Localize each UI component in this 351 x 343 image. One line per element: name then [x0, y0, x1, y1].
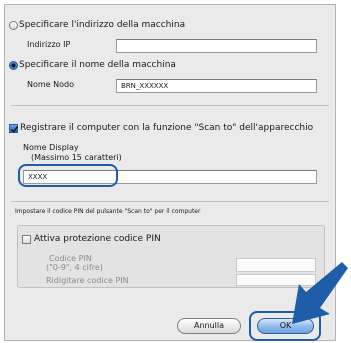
- scan-to-checkbox[interactable]: [9, 124, 19, 134]
- pin-section-label: Impostare il codice PIN del pulsante "Sc…: [15, 208, 201, 215]
- display-name-label: Nome Display: [23, 143, 79, 152]
- scan-to-checkbox-label[interactable]: Registrare il computer con la funzione "…: [20, 123, 313, 134]
- pin-enable-checkbox[interactable]: [22, 235, 31, 244]
- node-name-option-label[interactable]: Specificare il nome della macchina: [19, 60, 176, 71]
- separator: [11, 105, 329, 106]
- pin-enable-label[interactable]: Attiva protezione codice PIN: [34, 234, 161, 245]
- ip-address-option-label[interactable]: Specificare l'indirizzo della macchina: [19, 20, 185, 31]
- node-name-field[interactable]: BRN_XXXXXX: [116, 79, 317, 93]
- arrow-icon: [292, 262, 348, 324]
- display-name-hint: (Massimo 15 caratteri): [31, 153, 122, 162]
- node-name-radio[interactable]: [9, 61, 18, 70]
- separator: [11, 201, 329, 202]
- cancel-button[interactable]: Annulla: [177, 318, 241, 334]
- pin-confirm-label: Ridigitare codice PIN: [46, 276, 129, 285]
- ip-address-field[interactable]: [116, 39, 317, 53]
- ip-address-radio[interactable]: [9, 21, 18, 30]
- node-field-label: Nome Nodo: [27, 80, 74, 89]
- ip-field-label: Indirizzo IP: [27, 40, 71, 49]
- display-name-highlight: [18, 164, 118, 187]
- checkmark-icon: [10, 126, 19, 134]
- pin-code-hint: ("0-9", 4 cifre): [46, 263, 103, 272]
